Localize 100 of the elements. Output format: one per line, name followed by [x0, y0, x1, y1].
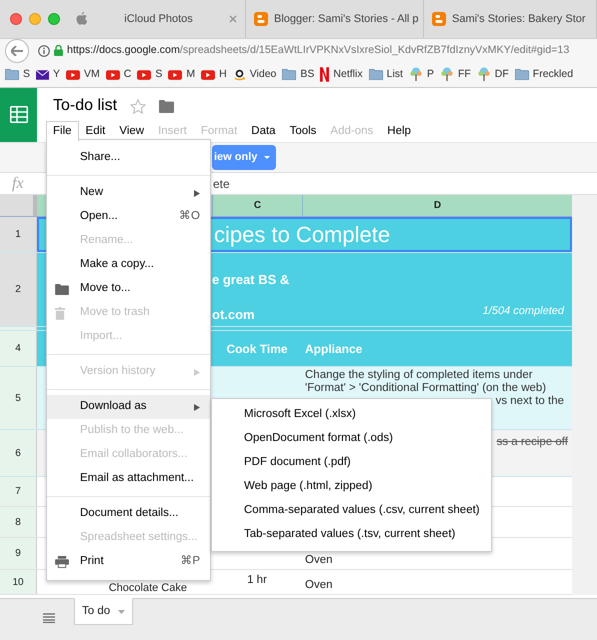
shortcut-label: ⌘O: [179, 209, 200, 224]
apple-icon: [76, 12, 88, 26]
folder-icon: [5, 69, 19, 80]
menu-option[interactable]: Microsoft Excel (.xlsx): [212, 403, 491, 427]
menu-option[interactable]: Comma-separated values (.csv, current sheet): [212, 499, 491, 523]
menu-item[interactable]: Data: [244, 121, 283, 142]
menu-item[interactable]: File: [46, 121, 79, 142]
row-header[interactable]: 9: [0, 538, 37, 569]
table-cell: Chocolate Cake: [108, 582, 187, 594]
row-header[interactable]: 10: [0, 570, 37, 594]
bookmark[interactable]: Freckled: [514, 66, 574, 82]
play-icon: [137, 70, 152, 80]
subtitle-text: ot.com: [212, 306, 256, 324]
column-title: Cook Time: [226, 340, 288, 358]
menu-option[interactable]: Document details...: [47, 502, 210, 526]
bookmark[interactable]: S: [137, 66, 162, 82]
caret-icon: [264, 156, 270, 159]
row-header[interactable]: 7: [0, 477, 37, 506]
info-icon[interactable]: [38, 44, 50, 56]
bookmark[interactable]: P: [408, 66, 434, 82]
subtitle-text: e great BS &: [212, 271, 290, 289]
fx-label: fx: [11, 174, 25, 194]
row-header[interactable]: 4: [0, 331, 37, 366]
formula-text: ete: [213, 176, 230, 192]
netflix-icon: [320, 67, 330, 82]
blogger-icon: [254, 12, 268, 26]
menu-option[interactable]: Move to...: [47, 277, 210, 301]
column-title: Appliance: [305, 340, 364, 358]
menu-option[interactable]: Web page (.html, zipped): [212, 475, 491, 499]
submenu-arrow-icon: [194, 190, 200, 196]
row-header[interactable]: 1: [0, 217, 37, 252]
tree-icon: [440, 67, 454, 82]
menu-option[interactable]: Make a copy...: [47, 253, 210, 277]
row-header[interactable]: 8: [0, 507, 37, 537]
bookmark[interactable]: C: [106, 66, 132, 82]
folder-icon: [282, 69, 296, 80]
menu-option[interactable]: Print ⌘P: [47, 550, 210, 574]
table-cell-text: Oven: [305, 554, 334, 567]
zoom-window-button[interactable]: [48, 13, 60, 25]
bookmark[interactable]: H: [201, 66, 227, 82]
row-header[interactable]: 2: [0, 253, 37, 326]
sheet-list-icon[interactable]: [43, 613, 55, 623]
folder-icon: [514, 69, 529, 80]
menu-option[interactable]: Download as: [47, 395, 210, 419]
corner-cell[interactable]: [0, 195, 37, 216]
menu-option[interactable]: Tab-separated values (.tsv, current sheet): [212, 523, 491, 547]
bookmark[interactable]: DF: [476, 66, 509, 82]
bookmark[interactable]: FF: [440, 66, 471, 82]
column-header[interactable]: C: [212, 195, 302, 216]
close-icon[interactable]: [229, 15, 237, 23]
printer-icon: [55, 556, 69, 568]
play-icon: [66, 70, 80, 80]
sheets-logo[interactable]: [0, 88, 37, 142]
sheet-tab[interactable]: To do: [74, 598, 134, 625]
document-title[interactable]: To-do list: [53, 94, 118, 118]
close-window-button[interactable]: [10, 13, 22, 25]
menu-option[interactable]: PDF document (.pdf): [212, 451, 491, 475]
sheet-title: cipes to Complete: [214, 221, 390, 249]
tab-title: iCloud Photos: [123, 12, 194, 27]
row-header[interactable]: 6: [0, 430, 37, 476]
bookmark[interactable]: VM: [66, 66, 100, 82]
bookmark[interactable]: S: [5, 66, 30, 82]
folder-icon[interactable]: [159, 100, 174, 112]
smile-arrow-icon: [232, 68, 246, 82]
menu-option[interactable]: New: [47, 181, 210, 205]
bookmark[interactable]: M: [168, 66, 196, 82]
tree-icon: [476, 67, 491, 82]
folder-icon: [55, 284, 69, 294]
minimize-window-button[interactable]: [29, 13, 41, 25]
lock-icon: [54, 45, 63, 56]
menu-item[interactable]: Help: [380, 121, 418, 142]
play-icon: [106, 70, 120, 80]
menu-option[interactable]: Share...: [47, 146, 210, 170]
bookmark[interactable]: List: [368, 66, 403, 82]
table-cell-text: ss a recipe off: [496, 435, 568, 450]
menu-option[interactable]: Email as attachment...: [47, 467, 210, 491]
note-text: Change the styling of completed items under: [305, 369, 534, 382]
menu-item[interactable]: View: [112, 121, 152, 142]
tree-icon: [408, 67, 423, 82]
row-header[interactable]: 5: [0, 367, 37, 429]
star-icon[interactable]: [130, 98, 146, 114]
caret-icon: [118, 610, 126, 614]
menu-option[interactable]: Open... ⌘O: [47, 205, 210, 229]
menu-item[interactable]: Edit: [78, 121, 112, 142]
trash-icon: [55, 306, 65, 320]
table-cell-text: Oven: [305, 579, 334, 592]
tab-title: Blogger: Sami's Stories - All p: [274, 12, 419, 27]
play-icon: [168, 70, 182, 80]
menu-item[interactable]: Tools: [282, 121, 324, 142]
table-cell-text: 1 hr: [247, 573, 267, 588]
blogger-icon: [432, 12, 446, 26]
menu-option[interactable]: OpenDocument format (.ods): [212, 427, 491, 451]
back-arrow-icon: [11, 46, 23, 56]
tab-title: Sami's Stories: Bakery Stor: [452, 12, 587, 27]
bookmark[interactable]: BS: [282, 66, 314, 82]
bookmark[interactable]: Netflix: [320, 66, 363, 82]
bookmark[interactable]: Video: [232, 66, 276, 82]
submenu-arrow-icon: [194, 368, 200, 376]
back-button[interactable]: [5, 38, 29, 62]
bookmark[interactable]: Y: [36, 66, 60, 82]
